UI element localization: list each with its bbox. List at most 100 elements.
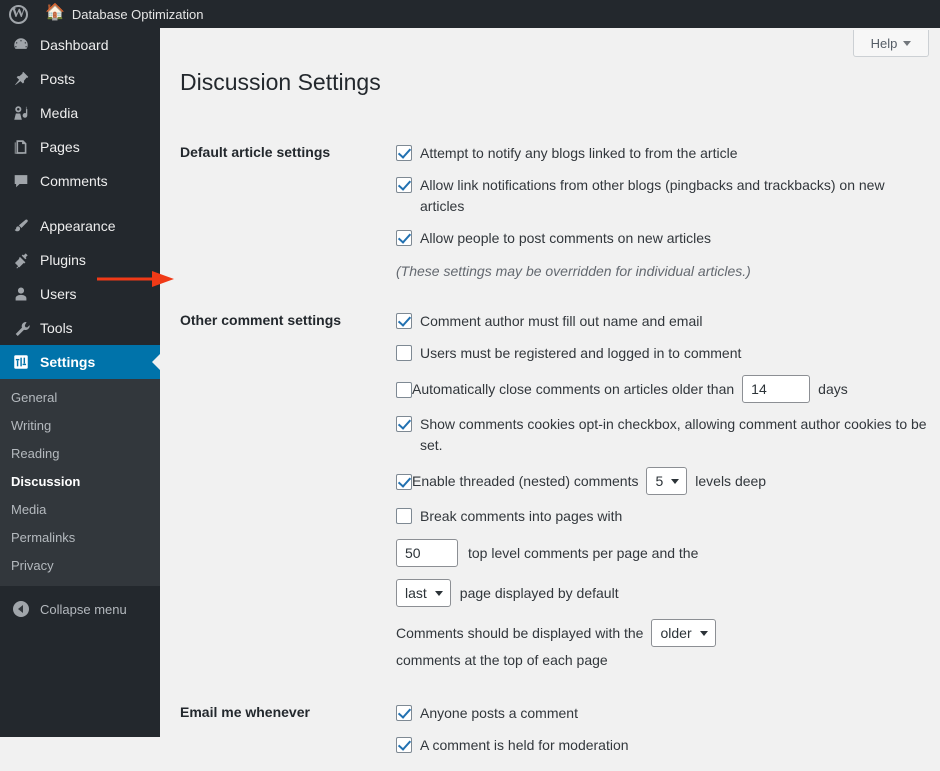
default-page-row: last page displayed by default [396, 579, 930, 607]
option-label: Users must be registered and logged in t… [420, 345, 742, 361]
sidebar-item-media-settings[interactable]: Media [0, 496, 160, 524]
sidebar-item-appearance[interactable]: Appearance [0, 209, 160, 243]
checkbox[interactable] [396, 382, 412, 398]
comment-order-label-after: comments at the top of each page [396, 652, 608, 668]
thread-depth-select[interactable]: 5 [646, 467, 688, 495]
default-page-select[interactable]: last [396, 579, 451, 607]
chevron-down-icon [903, 40, 912, 46]
option-comment-cookies[interactable]: Show comments cookies opt-in checkbox, a… [396, 414, 930, 456]
sidebar-item-general[interactable]: General [0, 384, 160, 412]
option-allow-comments[interactable]: Allow people to post comments on new art… [396, 228, 930, 249]
comments-per-page-input[interactable]: 50 [396, 539, 458, 567]
option-comment-held-moderation[interactable]: A comment is held for moderation [396, 735, 930, 756]
option-label: Comment author must fill out name and em… [420, 313, 703, 329]
option-allow-pingbacks[interactable]: Allow link notifications from other blog… [396, 175, 930, 217]
option-label: Allow people to post comments on new art… [420, 230, 712, 246]
sidebar-item-users[interactable]: Users [0, 277, 160, 311]
settings-submenu: General Writing Reading Discussion Media… [0, 379, 160, 586]
sidebar-item-writing[interactable]: Writing [0, 412, 160, 440]
checkbox[interactable] [396, 230, 412, 246]
comments-per-page-row: 50 top level comments per page and the [396, 539, 930, 567]
close-days-input[interactable]: 14 [742, 375, 811, 403]
sidebar-item-label: Media [40, 105, 79, 121]
sidebar-item-label: Pages [40, 139, 80, 155]
comment-order-label-before: Comments should be displayed with the [396, 625, 644, 641]
checkbox[interactable] [396, 145, 412, 161]
sidebar-item-discussion[interactable]: Discussion [0, 468, 160, 496]
option-label: A comment is held for moderation [420, 737, 629, 753]
option-anyone-posts-comment[interactable]: Anyone posts a comment [396, 703, 930, 724]
site-name-menu[interactable]: 🏠 Database Optimization [37, 0, 211, 28]
sidebar-item-media[interactable]: Media [0, 96, 160, 130]
option-notify-blogs[interactable]: Attempt to notify any blogs linked to fr… [396, 143, 930, 164]
home-icon: 🏠 [45, 4, 65, 21]
sidebar-item-pages[interactable]: Pages [0, 130, 160, 164]
discussion-settings-form: Default article settings Attempt to noti… [160, 128, 940, 771]
comments-per-page-label: top level comments per page and the [468, 544, 699, 561]
option-label-suffix: levels deep [695, 472, 767, 489]
sidebar-item-comments[interactable]: Comments [0, 164, 160, 198]
default-page-label: page displayed by default [459, 584, 619, 601]
section-body: Comment author must fill out name and em… [380, 296, 940, 688]
pin-icon [11, 69, 31, 89]
option-registered-users[interactable]: Users must be registered and logged in t… [396, 343, 930, 364]
checkbox[interactable] [396, 416, 412, 432]
help-label: Help [870, 35, 898, 51]
checkbox[interactable] [396, 313, 412, 329]
checkbox[interactable] [396, 508, 412, 524]
pages-icon [11, 137, 31, 157]
sidebar-item-label: Tools [40, 320, 73, 336]
option-label: Automatically close comments on articles… [412, 380, 735, 397]
section-other-comment-settings: Other comment settings Comment author mu… [160, 296, 940, 688]
plug-icon [11, 250, 31, 270]
sidebar-item-label: Dashboard [40, 37, 109, 53]
option-label-suffix: days [818, 380, 848, 397]
collapse-menu-label: Collapse menu [40, 601, 127, 617]
sidebar-item-label: Settings [40, 354, 96, 370]
help-button[interactable]: Help [853, 30, 929, 57]
checkbox[interactable] [396, 345, 412, 361]
sidebar-item-label: Comments [40, 173, 108, 189]
section-default-article-settings: Default article settings Attempt to noti… [160, 128, 940, 296]
wordpress-logo-icon: W [9, 4, 28, 24]
option-label: Enable threaded (nested) comments [412, 472, 639, 489]
option-label: Allow link notifications from other blog… [420, 177, 885, 214]
section-hint: (These settings may be overridden for in… [396, 263, 751, 279]
option-break-comments-pages[interactable]: Break comments into pages with [396, 506, 930, 527]
wordpress-logo-menu[interactable]: W [0, 0, 37, 28]
option-threaded-comments[interactable]: Enable threaded (nested) comments 5 leve… [396, 467, 930, 495]
section-body: Attempt to notify any blogs linked to fr… [380, 128, 940, 296]
admin-bar: W 🏠 Database Optimization [0, 0, 940, 28]
user-icon [11, 284, 31, 304]
checkbox[interactable] [396, 474, 412, 490]
sidebar-item-plugins[interactable]: Plugins [0, 243, 160, 277]
option-label: Show comments cookies opt-in checkbox, a… [420, 416, 927, 453]
sidebar-item-posts[interactable]: Posts [0, 62, 160, 96]
sidebar-item-label: Plugins [40, 252, 86, 268]
comment-order-select[interactable]: older [651, 619, 716, 647]
sidebar-item-settings[interactable]: Settings [0, 345, 160, 379]
option-auto-close-comments[interactable]: Automatically close comments on articles… [396, 375, 930, 403]
collapse-menu-button[interactable]: Collapse menu [0, 592, 160, 626]
checkbox[interactable] [396, 177, 412, 193]
collapse-left-arrow-icon [11, 599, 31, 619]
section-heading: Email me whenever [180, 704, 310, 720]
option-author-name-email[interactable]: Comment author must fill out name and em… [396, 311, 930, 332]
sidebar-item-tools[interactable]: Tools [0, 311, 160, 345]
paintbrush-icon [11, 216, 31, 236]
checkbox[interactable] [396, 705, 412, 721]
option-label: Attempt to notify any blogs linked to fr… [420, 145, 738, 161]
dashboard-icon [11, 35, 31, 55]
sidebar-item-reading[interactable]: Reading [0, 440, 160, 468]
section-body: Anyone posts a comment A comment is held… [380, 688, 940, 771]
option-label: Break comments into pages with [420, 508, 623, 524]
checkbox[interactable] [396, 737, 412, 753]
sidebar-item-permalinks[interactable]: Permalinks [0, 524, 160, 552]
media-icon [11, 103, 31, 123]
settings-sliders-icon [11, 352, 31, 372]
sidebar-item-privacy[interactable]: Privacy [0, 552, 160, 580]
sidebar-item-dashboard[interactable]: Dashboard [0, 28, 160, 62]
option-label: Anyone posts a comment [420, 705, 578, 721]
site-name-label: Database Optimization [71, 6, 204, 22]
chevron-down-icon [434, 590, 443, 596]
